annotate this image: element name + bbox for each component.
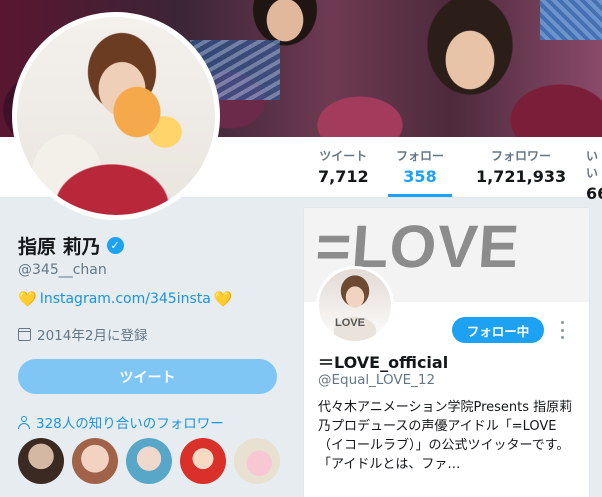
following-button[interactable]: フォロー中 bbox=[452, 317, 544, 343]
followers-you-know-link[interactable]: 328人の知り合いのフォロワー bbox=[18, 412, 224, 432]
suggested-account-card: =LOVE LOVE フォロー中 ＝LOVE_official @Equal_L… bbox=[303, 207, 590, 497]
stat-label: いい bbox=[586, 149, 599, 180]
stat-value: 66 bbox=[586, 184, 602, 203]
stat-value: 1,721,933 bbox=[476, 167, 567, 186]
stat-label: ツイート bbox=[319, 149, 368, 163]
user-icon bbox=[18, 415, 30, 429]
tweet-to-user-button[interactable]: ツイート bbox=[18, 359, 277, 394]
follower-avatar[interactable] bbox=[126, 438, 172, 484]
stat-label: フォロー bbox=[396, 149, 445, 163]
profile-name: 指原 莉乃 ✓ bbox=[18, 232, 124, 259]
profile-bio: 💛 Instagram.com/345insta 💛 bbox=[18, 290, 233, 308]
profile-avatar[interactable] bbox=[12, 12, 220, 220]
stat-following[interactable]: フォロー 358 bbox=[387, 147, 453, 197]
stat-value: 7,712 bbox=[318, 167, 369, 186]
follower-avatar[interactable] bbox=[18, 438, 64, 484]
stat-value: 358 bbox=[403, 167, 437, 186]
follower-avatar[interactable] bbox=[234, 438, 280, 484]
bio-instagram-link[interactable]: Instagram.com/345insta bbox=[40, 291, 211, 307]
follower-avatar[interactable] bbox=[72, 438, 118, 484]
profile-handle: @345__chan bbox=[18, 262, 107, 278]
yellow-heart-icon: 💛 bbox=[18, 290, 37, 308]
verified-badge-icon: ✓ bbox=[106, 237, 124, 254]
more-options-icon[interactable] bbox=[561, 321, 565, 339]
profile-joined-date: 2014年2月に登録 bbox=[18, 324, 147, 344]
stat-followers[interactable]: フォロワー 1,721,933 bbox=[476, 147, 566, 186]
stat-label: フォロワー bbox=[491, 149, 552, 163]
card-account-bio: 代々木アニメーション学院Presents 指原莉乃プロデュースの声優アイドル「=… bbox=[318, 400, 573, 472]
card-avatar-logo: LOVE bbox=[335, 317, 365, 329]
stat-likes[interactable]: いい 66 bbox=[586, 147, 602, 203]
follower-avatar[interactable] bbox=[180, 438, 226, 484]
followers-you-know-avatars bbox=[18, 438, 280, 484]
card-avatar[interactable]: LOVE bbox=[316, 266, 394, 344]
calendar-icon bbox=[18, 327, 31, 341]
stat-tweets[interactable]: ツイート 7,712 bbox=[318, 147, 369, 186]
card-account-name[interactable]: ＝LOVE_official bbox=[318, 349, 448, 373]
followers-you-know-text: 328人の知り合いのフォロワー bbox=[36, 416, 224, 432]
banner-decoration bbox=[540, 0, 602, 40]
yellow-heart-icon: 💛 bbox=[213, 290, 233, 308]
profile-name-text: 指原 莉乃 bbox=[18, 236, 101, 258]
joined-text: 2014年2月に登録 bbox=[37, 328, 148, 344]
card-account-handle: @Equal_LOVE_12 bbox=[318, 372, 436, 388]
